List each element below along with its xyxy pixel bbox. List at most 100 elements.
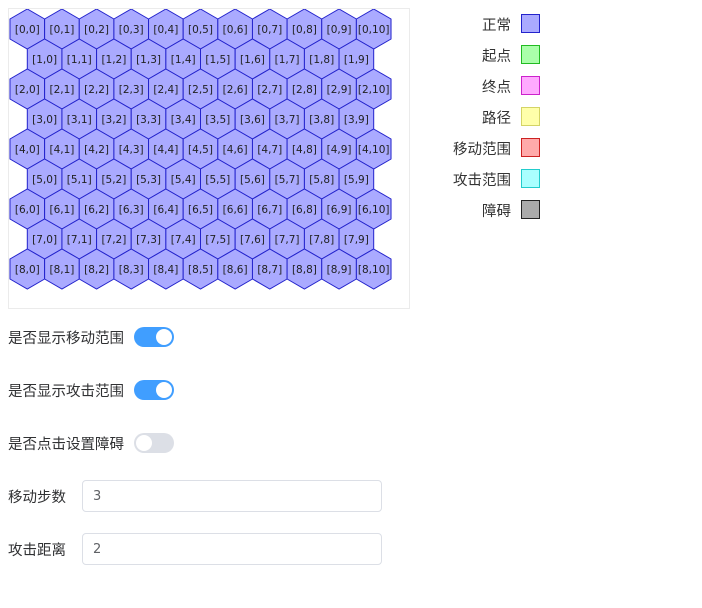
attack-distance-input[interactable]: 2	[82, 533, 382, 565]
move-steps-label: 移动步数	[8, 489, 66, 506]
hex-cell-label: [5,5]	[205, 174, 230, 186]
hex-cell-label: [8,7]	[257, 264, 282, 276]
legend-label: 障碍	[482, 204, 511, 220]
legend-swatch	[521, 107, 540, 126]
hex-cell-label: [2,8]	[292, 84, 317, 96]
hex-cell-label: [6,5]	[188, 204, 213, 216]
hex-cell-label: [8,6]	[223, 264, 248, 276]
hex-cell-label: [1,8]	[309, 54, 334, 66]
legend-label: 起点	[482, 49, 511, 65]
hex-cell-label: [0,1]	[49, 24, 74, 36]
hex-cell-label: [0,7]	[257, 24, 282, 36]
legend-item: 起点	[430, 41, 545, 72]
hex-cell-label: [2,5]	[188, 84, 213, 96]
hex-cell-label: [1,5]	[205, 54, 230, 66]
hex-cell-label: [2,6]	[223, 84, 248, 96]
hex-cell-label: [1,2]	[101, 54, 126, 66]
hex-cell-label: [4,6]	[223, 144, 248, 156]
hex-cell-label: [2,7]	[257, 84, 282, 96]
legend-label: 终点	[482, 80, 511, 96]
hex-cell-label: [2,3]	[119, 84, 144, 96]
hex-cell-label: [6,1]	[49, 204, 74, 216]
hex-cell-label: [3,6]	[240, 114, 265, 126]
hex-cell-label: [5,3]	[136, 174, 161, 186]
hex-cell-label: [5,4]	[171, 174, 196, 186]
hex-cell-label: [1,9]	[344, 54, 369, 66]
hex-cell-label: [0,2]	[84, 24, 109, 36]
hex-cell-label: [2,9]	[327, 84, 352, 96]
hex-cell-label: [3,3]	[136, 114, 161, 126]
legend-label: 正常	[482, 18, 511, 34]
hex-cell-label: [8,9]	[327, 264, 352, 276]
hex-cell-label: [2,4]	[153, 84, 178, 96]
hex-cell-label: [7,3]	[136, 234, 161, 246]
hex-cell-label: [6,8]	[292, 204, 317, 216]
hex-grid-board: [0,0] [0,1] [0,2] [0,3] [0,4] [0,5] [0,6] [0,7]…	[8, 8, 410, 309]
hex-cell-label: [6,9]	[327, 204, 352, 216]
hex-cell-label: [5,0]	[32, 174, 57, 186]
hex-cell-label: [3,0]	[32, 114, 57, 126]
hex-cell-label: [0,10]	[358, 24, 390, 36]
hex-cell-label: [0,8]	[292, 24, 317, 36]
hex-cell-label: [7,7]	[275, 234, 300, 246]
hex-cell-label: [8,4]	[153, 264, 178, 276]
hex-cell-label: [2,2]	[84, 84, 109, 96]
hex-cell-label: [1,7]	[275, 54, 300, 66]
hex-cell-label: [5,9]	[344, 174, 369, 186]
hex-cell-label: [7,2]	[101, 234, 126, 246]
hex-cell-label: [1,0]	[32, 54, 57, 66]
hex-cell-label: [0,9]	[327, 24, 352, 36]
hex-cell-label: [4,7]	[257, 144, 282, 156]
hex-cell-label: [7,9]	[344, 234, 369, 246]
show-attack-range-switch[interactable]	[134, 380, 174, 400]
hex-cell-label: [5,6]	[240, 174, 265, 186]
hex-cell-label: [8,10]	[358, 264, 390, 276]
hex-cell-label: [2,1]	[49, 84, 74, 96]
hex-cell-label: [6,2]	[84, 204, 109, 216]
hex-cell-label: [8,5]	[188, 264, 213, 276]
show-attack-range-row: 是否显示攻击范围	[8, 374, 174, 406]
hex-cell-label: [0,4]	[153, 24, 178, 36]
click-set-obstacle-switch[interactable]	[134, 433, 174, 453]
legend-item: 正常	[430, 10, 545, 41]
hex-grid[interactable]: [0,0] [0,1] [0,2] [0,3] [0,4] [0,5] [0,6] [0,7]…	[9, 9, 409, 309]
legend-swatch	[521, 76, 540, 95]
hex-cell-label: [3,2]	[101, 114, 126, 126]
switch-knob	[156, 382, 172, 398]
click-set-obstacle-label: 是否点击设置障碍	[8, 436, 124, 453]
hex-cell-label: [2,0]	[15, 84, 40, 96]
hex-cell-label: [8,3]	[119, 264, 144, 276]
hex-cell-label: [8,8]	[292, 264, 317, 276]
legend-swatch	[521, 45, 540, 64]
hex-cell-label: [0,0]	[15, 24, 40, 36]
legend-label: 路径	[482, 111, 511, 127]
move-steps-input[interactable]: 3	[82, 480, 382, 512]
show-move-range-switch[interactable]	[134, 327, 174, 347]
legend-item: 终点	[430, 72, 545, 103]
hex-cell-label: [3,1]	[67, 114, 92, 126]
hex-cell-label: [0,5]	[188, 24, 213, 36]
hex-cell-label: [4,2]	[84, 144, 109, 156]
hex-cell-label: [4,4]	[153, 144, 178, 156]
legend-item: 路径	[430, 103, 545, 134]
hex-cell-label: [3,4]	[171, 114, 196, 126]
hex-cell-label: [3,8]	[309, 114, 334, 126]
hex-cell-label: [7,5]	[205, 234, 230, 246]
click-set-obstacle-row: 是否点击设置障碍	[8, 427, 174, 459]
hex-cell-label: [7,6]	[240, 234, 265, 246]
hex-cell-label: [1,4]	[171, 54, 196, 66]
hex-cell-label: [4,10]	[358, 144, 390, 156]
hex-cell-label: [6,3]	[119, 204, 144, 216]
hex-cell-label: [5,2]	[101, 174, 126, 186]
hex-cell-label: [4,9]	[327, 144, 352, 156]
legend-label: 移动范围	[453, 142, 511, 158]
hex-cell-label: [6,10]	[358, 204, 390, 216]
legend-swatch	[521, 200, 540, 219]
legend-swatch	[521, 138, 540, 157]
hex-cell-label: [7,1]	[67, 234, 92, 246]
hex-cell-label: [3,7]	[275, 114, 300, 126]
hex-cell-label: [5,1]	[67, 174, 92, 186]
hex-cell-label: [5,8]	[309, 174, 334, 186]
hex-cell-label: [3,5]	[205, 114, 230, 126]
hex-cell-label: [7,4]	[171, 234, 196, 246]
